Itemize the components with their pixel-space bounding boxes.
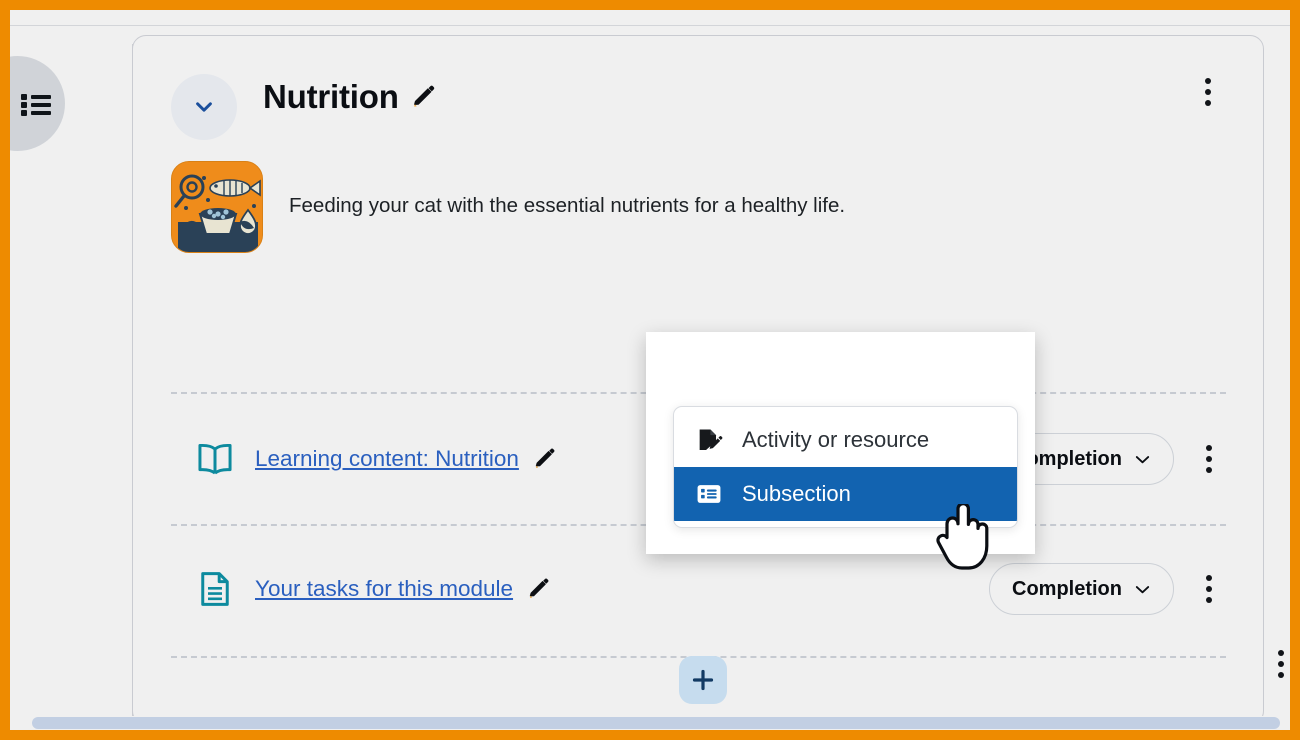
add-content-menu: Activity or resource Subsection	[673, 406, 1018, 528]
kebab-menu-icon	[1205, 78, 1211, 84]
section-summary: Feeding your cat with the essential nutr…	[171, 161, 1211, 253]
horizontal-scrollbar-track[interactable]	[10, 716, 1290, 730]
pencil-icon[interactable]	[527, 577, 551, 601]
kebab-menu-icon	[1205, 100, 1211, 106]
browser-viewport: Nutrition Feeding your cat with the esse…	[0, 0, 1300, 740]
header-divider	[10, 25, 1290, 26]
menu-item-label: Subsection	[742, 481, 851, 506]
kebab-menu-icon	[1206, 456, 1212, 462]
kebab-menu-icon	[1278, 672, 1284, 678]
kebab-menu-icon	[1278, 650, 1284, 656]
activity-link[interactable]: Your tasks for this module	[255, 576, 513, 602]
chevron-down-icon	[196, 102, 212, 112]
kebab-menu-icon	[1205, 89, 1211, 95]
section-description: Feeding your cat with the essential nutr…	[289, 194, 846, 217]
menu-item-subsection[interactable]: Subsection	[674, 467, 1017, 521]
section-collapse-toggle[interactable]	[171, 74, 237, 140]
activity-actions-menu[interactable]	[1192, 567, 1226, 611]
section-header: Nutrition	[133, 36, 1263, 146]
pencil-icon[interactable]	[411, 84, 437, 110]
course-page: Nutrition Feeding your cat with the esse…	[10, 10, 1290, 730]
section-title-group: Nutrition	[263, 78, 437, 116]
book-icon	[193, 437, 237, 481]
menu-item-activity-or-resource[interactable]: Activity or resource	[674, 413, 1017, 467]
kebab-menu-icon	[1206, 445, 1212, 451]
kebab-menu-icon	[1278, 661, 1284, 667]
activity-actions-menu[interactable]	[1192, 437, 1226, 481]
activity-link[interactable]: Learning content: Nutrition	[255, 446, 519, 472]
horizontal-scrollbar-thumb[interactable]	[32, 717, 1280, 729]
kebab-menu-icon	[1206, 586, 1212, 592]
section-thumbnail	[171, 161, 263, 253]
plus-icon	[692, 669, 714, 691]
chevron-down-icon	[1135, 585, 1150, 593]
completion-label: Completion	[1012, 577, 1122, 600]
offscreen-actions-menu[interactable]	[1278, 650, 1290, 678]
pencil-icon[interactable]	[533, 447, 557, 471]
course-index-drawer-toggle[interactable]	[10, 56, 65, 151]
page-title: Nutrition	[263, 78, 399, 115]
add-content-button-bottom[interactable]	[679, 656, 727, 704]
list-blocks-icon	[694, 479, 724, 509]
menu-item-label: Activity or resource	[742, 427, 930, 452]
kebab-menu-icon	[1206, 575, 1212, 581]
completion-dropdown[interactable]: Completion	[989, 563, 1174, 615]
kebab-menu-icon	[1206, 467, 1212, 473]
section-actions-menu[interactable]	[1191, 72, 1225, 112]
document-edit-icon	[694, 425, 724, 455]
chevron-down-icon	[1135, 455, 1150, 463]
kebab-menu-icon	[1206, 597, 1212, 603]
page-icon	[193, 567, 237, 611]
list-icon	[21, 93, 51, 116]
